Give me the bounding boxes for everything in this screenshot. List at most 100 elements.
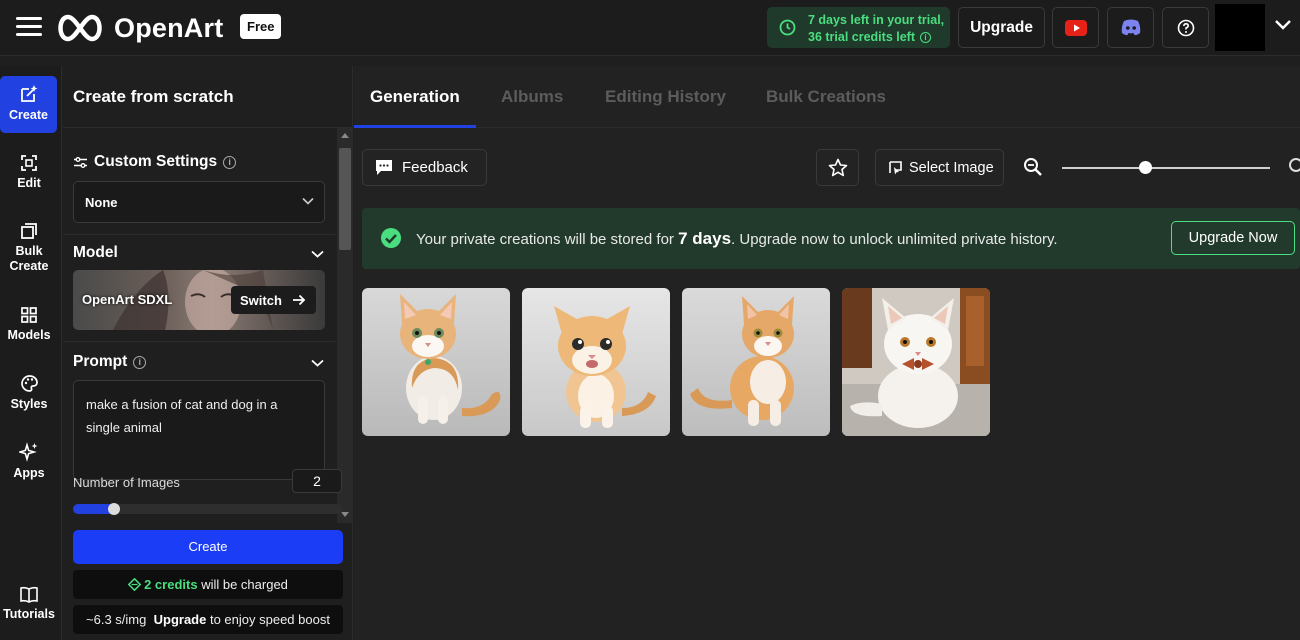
custom-settings-label: Custom Settings [94,153,218,170]
chevron-down-icon [302,197,314,205]
tab-editing-history[interactable]: Editing History [605,87,726,107]
panel-scrollbar[interactable] [337,128,353,523]
generated-image[interactable] [682,288,830,436]
trial-status[interactable]: 7 days left in your trial, 36 trial cred… [767,7,950,48]
prompt-textarea[interactable]: make a fusion of cat and dog in a single… [73,380,325,480]
feedback-button[interactable]: Feedback [362,149,487,186]
custom-settings-header[interactable]: Custom Settings i [73,153,237,171]
book-icon [20,586,38,603]
youtube-button[interactable] [1052,7,1099,48]
models-icon [21,307,37,323]
tab-generation[interactable]: Generation [370,87,460,107]
discord-icon [1121,19,1140,36]
message-icon [376,160,392,175]
cat-image-3 [682,288,830,436]
number-of-images-slider[interactable] [73,503,343,515]
nav-apps[interactable]: Apps [0,442,58,480]
generated-image[interactable] [362,288,510,436]
plan-badge: Free [240,14,282,39]
discord-button[interactable] [1107,7,1154,48]
upgrade-now-button[interactable]: Upgrade Now [1171,221,1295,255]
zoom-out-icon[interactable] [1023,157,1043,177]
storage-banner: Your private creations will be stored fo… [362,208,1300,269]
zoom-slider-knob[interactable] [1139,161,1153,174]
tab-albums[interactable]: Albums [501,87,563,107]
speed-suffix: to enjoy speed boost [209,612,330,627]
trial-days-text: 7 days left in your trial, [808,13,945,27]
info-icon: i [133,355,147,369]
menu-icon[interactable] [16,17,42,37]
nav-edit[interactable]: Edit [0,154,58,190]
nav-label: Tutorials [3,607,55,621]
nav-label: Edit [17,176,41,190]
number-of-images-label: Number of Images [73,475,180,490]
active-tab-indicator [354,125,476,128]
switch-model-button[interactable]: Switch [231,286,316,314]
model-card[interactable]: OpenArt SDXL Switch [73,270,325,330]
sliders-icon [74,156,87,168]
chevron-down-icon[interactable] [1274,19,1292,31]
slider-knob[interactable] [107,503,120,515]
model-label: Model [73,244,118,261]
zoom-in-icon[interactable] [1289,158,1300,172]
arrow-right-icon [292,294,306,306]
youtube-icon [1064,19,1087,36]
banner-text-before: Your private creations will be stored fo… [416,231,674,248]
divider [63,341,335,342]
avatar[interactable] [1215,4,1265,51]
trial-credits-text: 36 trial credits left [808,30,915,44]
upgrade-button[interactable]: Upgrade [958,7,1045,48]
custom-settings-select[interactable]: None [73,181,325,223]
credits-amount: 2 credits [144,577,198,592]
nav-bulk-create[interactable]: Bulk Create [0,222,58,274]
tab-bar: Generation Albums Editing History Bulk C… [354,66,1300,128]
scroll-up-arrow-icon[interactable] [341,133,349,138]
generated-image[interactable] [842,288,990,436]
speed-rate: ~6.3 s/img [86,612,147,627]
nav-label: Apps [13,466,45,480]
edit-icon [21,155,37,171]
help-icon [1177,19,1194,36]
scroll-down-arrow-icon[interactable] [341,512,349,517]
help-button[interactable] [1162,7,1209,48]
nav-label: Styles [10,397,48,411]
chevron-down-icon[interactable] [311,359,324,367]
create-button[interactable]: Create [73,530,343,564]
sparkle-icon [19,442,38,462]
select-image-label: Select Image [909,159,994,176]
clock-icon [779,19,796,36]
cat-image-1 [362,288,510,436]
palette-icon [20,375,38,392]
generated-image[interactable] [522,288,670,436]
zoom-slider[interactable] [1062,161,1270,174]
model-name: OpenArt SDXL [82,292,173,307]
model-header[interactable]: Model [73,244,118,262]
nav-tutorials[interactable]: Tutorials [0,586,58,621]
scrollbar-thumb[interactable] [339,148,351,250]
number-of-images-input[interactable]: 2 [292,469,342,493]
banner-highlight: 7 days [678,229,732,248]
tab-bulk-creations[interactable]: Bulk Creations [766,87,886,107]
top-bar: OpenArt Free 7 days left in your trial, … [0,0,1300,56]
speed-notice: ~6.3 s/img Upgrade to enjoy speed boost [73,605,343,634]
nav-create[interactable]: Create [0,76,57,133]
credits-suffix: will be charged [201,577,288,592]
favorite-button[interactable] [816,149,859,186]
diamond-icon [127,577,142,592]
feedback-label: Feedback [402,159,468,176]
check-circle-icon [381,228,401,248]
chevron-down-icon[interactable] [311,250,324,258]
openart-logo[interactable]: OpenArt [54,12,223,44]
nav-label: Models [7,328,51,342]
star-icon [828,158,847,177]
left-nav: Create Edit Bulk Create Models Styles Ap… [0,66,62,640]
nav-models[interactable]: Models [0,306,58,342]
divider [63,234,335,235]
nav-styles[interactable]: Styles [0,374,58,411]
settings-scroll-area[interactable]: Custom Settings i None Model OpenArt SDX… [63,128,335,523]
prompt-header[interactable]: Prompt i [73,353,147,371]
speed-upgrade-link[interactable]: Upgrade [154,612,207,627]
select-image-button[interactable]: Select Image [875,149,1004,186]
info-icon: i [223,155,237,169]
panel-title: Create from scratch [73,87,234,106]
